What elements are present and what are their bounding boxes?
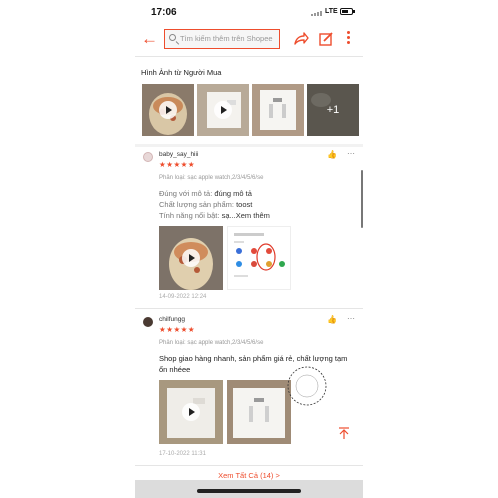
buyer-photo-video-1[interactable] xyxy=(142,84,194,136)
attr-key: Chất lượng sản phẩm: xyxy=(159,200,234,209)
play-icon xyxy=(159,101,177,119)
rating-stars: ★★★★★ xyxy=(159,160,196,169)
play-icon xyxy=(182,249,200,267)
review-item: baby_say_hiii 👍 ⋯ ★★★★★ Phân loại: sạc a… xyxy=(135,149,363,310)
buyer-photo-video-2[interactable] xyxy=(197,84,249,136)
review-date: 14-09-2022 12:24 xyxy=(159,294,207,300)
review-video[interactable] xyxy=(159,226,223,290)
more-options-icon[interactable]: ⋯ xyxy=(347,314,355,323)
status-time: 17:06 xyxy=(151,7,177,18)
avatar[interactable] xyxy=(143,152,153,162)
edit-icon[interactable] xyxy=(317,30,335,48)
review-variant: Phân loại: sạc apple watch,2/3/4/5/6/se xyxy=(159,340,264,346)
review-video[interactable] xyxy=(159,380,223,444)
review-attr-feature[interactable]: Tính năng nổi bật: sạ...Xem thêm xyxy=(159,211,270,220)
phone-screen: 17:06 LTE ← Tìm kiếm thêm trên Shopee Hì… xyxy=(135,0,363,498)
shop-stamp-logo xyxy=(287,366,327,406)
review-item: chilfungg 👍 ⋯ ★★★★★ Phân loại: sạc apple… xyxy=(135,314,363,466)
back-arrow-icon[interactable]: ← xyxy=(141,29,158,49)
attr-value: đúng mô tả xyxy=(214,189,252,198)
attr-value: sạ...Xem thêm xyxy=(221,211,270,220)
photo-product-image xyxy=(252,84,304,136)
buyer-photo-more[interactable]: +1 xyxy=(307,84,359,136)
buyer-photo-3[interactable] xyxy=(252,84,304,136)
more-photos-count: +1 xyxy=(326,104,340,116)
signal-icon xyxy=(311,11,323,16)
divider xyxy=(135,308,363,309)
home-indicator[interactable] xyxy=(197,489,301,493)
divider xyxy=(135,465,363,466)
avatar[interactable] xyxy=(143,317,153,327)
play-icon xyxy=(214,101,232,119)
scroll-to-top-icon[interactable] xyxy=(337,426,351,440)
rating-stars: ★★★★★ xyxy=(159,325,196,334)
review-attr-description: Đúng với mô tả: đúng mô tả xyxy=(159,189,252,198)
review-photo[interactable] xyxy=(227,380,291,444)
network-label: LTE xyxy=(325,8,338,15)
battery-icon xyxy=(340,8,355,15)
photo-product-image xyxy=(227,380,291,444)
top-bar: ← Tìm kiếm thêm trên Shopee xyxy=(135,27,363,53)
like-icon[interactable]: 👍 xyxy=(327,315,337,324)
review-username[interactable]: baby_say_hiii xyxy=(159,151,198,158)
review-variant: Phân loại: sạc apple watch,2/3/4/5/6/se xyxy=(159,175,264,181)
share-icon[interactable] xyxy=(292,30,310,48)
review-attr-quality: Chất lượng sản phẩm: toost xyxy=(159,200,252,209)
app-screenshot-image xyxy=(234,233,285,277)
bottom-bar xyxy=(135,480,363,498)
play-icon xyxy=(182,403,200,421)
divider xyxy=(135,56,363,57)
review-photo-screenshot[interactable] xyxy=(227,226,291,290)
search-icon xyxy=(169,34,176,41)
search-placeholder: Tìm kiếm thêm trên Shopee xyxy=(180,34,273,43)
section-divider xyxy=(135,144,363,147)
battery-level xyxy=(342,10,349,13)
attr-key: Đúng với mô tả: xyxy=(159,189,213,198)
buyer-photos-title: Hình Ảnh từ Người Mua xyxy=(141,68,222,77)
review-username[interactable]: chilfungg xyxy=(159,316,185,323)
attr-value: toost xyxy=(236,200,253,209)
review-date: 17-10-2022 11:31 xyxy=(159,451,206,457)
attr-key: Tính năng nổi bật: xyxy=(159,211,220,220)
like-icon[interactable]: 👍 xyxy=(327,150,337,159)
status-bar: 17:06 LTE xyxy=(135,0,363,24)
see-all-reviews-link[interactable]: Xem Tất Cả (14) > xyxy=(135,471,363,480)
more-vertical-icon[interactable] xyxy=(345,31,351,47)
search-input[interactable]: Tìm kiếm thêm trên Shopee xyxy=(164,29,280,49)
scrollbar[interactable] xyxy=(361,170,363,228)
more-options-icon[interactable]: ⋯ xyxy=(347,149,355,158)
